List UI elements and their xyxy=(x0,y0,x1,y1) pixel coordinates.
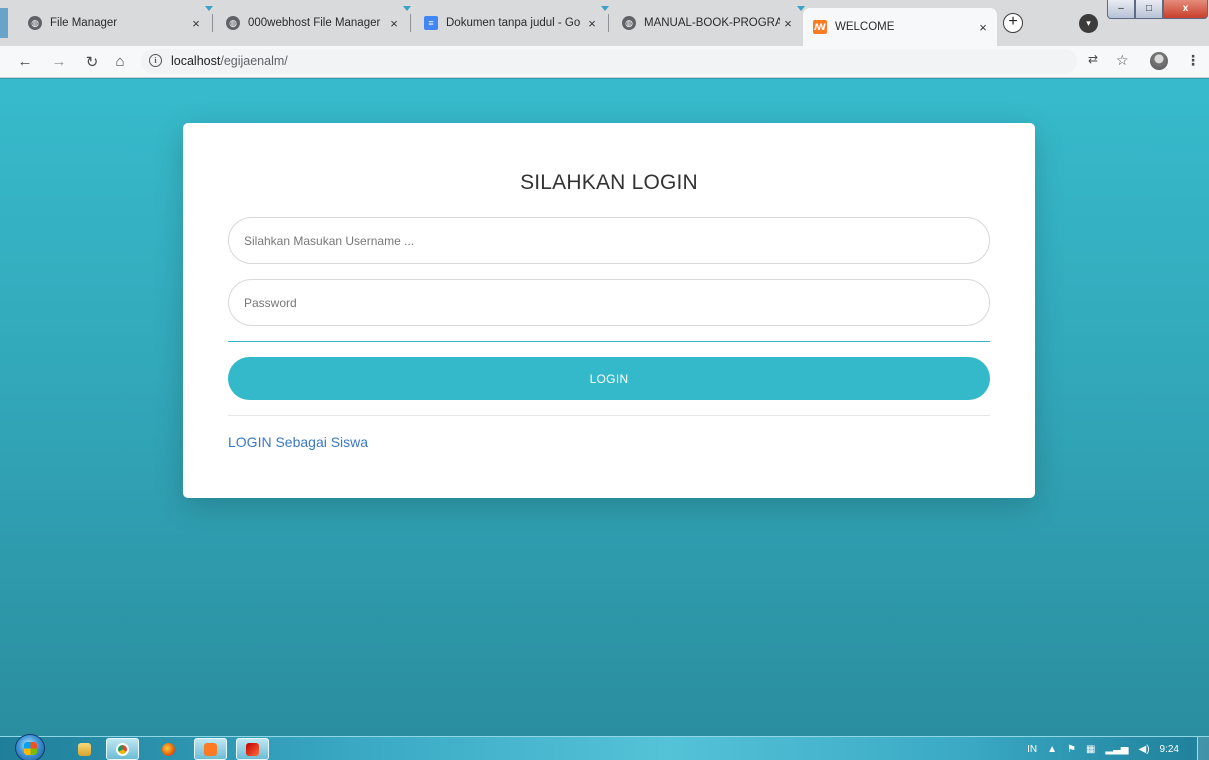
tab-file-manager[interactable]: ◍ File Manager × xyxy=(18,8,210,38)
tab-000webhost[interactable]: ◍ 000webhost File Manager × xyxy=(216,8,408,38)
network-adapter-icon[interactable]: ▦ xyxy=(1086,744,1095,755)
chrome-icon xyxy=(116,742,129,756)
clock[interactable]: 9:24 xyxy=(1160,744,1179,755)
home-icon[interactable]: ⌂ xyxy=(111,53,129,70)
docs-icon: ≡ xyxy=(424,16,438,30)
tab-marker xyxy=(403,6,411,11)
menu-kebab-icon[interactable]: ⋮ xyxy=(1186,52,1200,69)
close-icon[interactable]: × xyxy=(188,16,204,31)
close-icon[interactable]: × xyxy=(975,20,991,35)
login-card: SILAHKAN LOGIN LOGIN LOGIN Sebagai Siswa xyxy=(183,123,1035,498)
tab-separator xyxy=(410,14,411,32)
tab-title: MANUAL-BOOK-PROGRAI xyxy=(644,17,780,29)
password-input[interactable] xyxy=(228,279,990,326)
tab-separator xyxy=(212,14,213,32)
close-icon[interactable]: × xyxy=(584,16,600,31)
show-hidden-icons-icon[interactable]: ▲ xyxy=(1047,744,1057,755)
translate-icon[interactable]: ⇄ xyxy=(1088,52,1098,66)
info-icon[interactable]: i xyxy=(149,54,162,67)
firefox-icon xyxy=(162,742,175,756)
bookmark-star-icon[interactable]: ☆ xyxy=(1116,52,1129,69)
url-path: /egijaenalm/ xyxy=(220,54,288,68)
filezilla-icon xyxy=(246,742,259,756)
tab-manual-book[interactable]: ◍ MANUAL-BOOK-PROGRAI × xyxy=(612,8,802,38)
globe-icon: ◍ xyxy=(28,16,42,30)
reload-icon[interactable]: ↻ xyxy=(83,53,101,71)
globe-icon: ◍ xyxy=(622,16,636,30)
explorer-icon xyxy=(78,742,91,756)
profile-avatar[interactable] xyxy=(1150,52,1168,70)
tab-marker xyxy=(601,6,609,11)
address-bar[interactable]: i localhost/egijaenalm/ xyxy=(141,49,1077,74)
taskbar-xampp[interactable] xyxy=(194,738,227,760)
tab-title: 000webhost File Manager xyxy=(248,17,381,29)
action-center-icon[interactable]: ⚑ xyxy=(1067,744,1076,755)
taskbar-explorer[interactable] xyxy=(68,738,101,760)
login-button[interactable]: LOGIN xyxy=(228,357,990,400)
system-tray: IN ▲ ⚑ ▦ ▂▃▅ ◀) 9:24 xyxy=(1027,737,1209,760)
back-arrow-icon[interactable]: ← xyxy=(16,53,34,70)
start-button[interactable] xyxy=(15,734,45,760)
taskbar-firefox[interactable] xyxy=(152,738,185,760)
login-title: SILAHKAN LOGIN xyxy=(520,171,698,194)
window-controls: – □ x xyxy=(1107,0,1208,20)
volume-icon[interactable]: ◀) xyxy=(1139,744,1150,755)
signal-icon[interactable]: ▂▃▅ xyxy=(1105,744,1128,755)
browser-tabstrip: ◍ File Manager × ◍ 000webhost File Manag… xyxy=(0,0,1209,46)
browser-toolbar: ← → ↻ ⌂ i localhost/egijaenalm/ ⇄ ☆ ⋮ xyxy=(0,46,1209,78)
tab-marker xyxy=(205,6,213,11)
tab-title: WELCOME xyxy=(835,21,895,33)
xampp-icon: ꟿ xyxy=(813,20,827,34)
tab-separator xyxy=(608,14,609,32)
page-background: SILAHKAN LOGIN LOGIN LOGIN Sebagai Siswa xyxy=(0,79,1209,736)
new-tab-button[interactable]: + xyxy=(1003,13,1023,33)
close-icon[interactable]: × xyxy=(386,16,402,31)
tab-welcome[interactable]: ꟿ WELCOME × xyxy=(803,8,997,46)
windows-logo-icon xyxy=(24,742,37,755)
language-indicator[interactable]: IN xyxy=(1027,744,1037,755)
divider xyxy=(228,341,990,342)
xampp-icon xyxy=(204,742,217,756)
show-desktop-button[interactable] xyxy=(1197,737,1209,760)
username-input[interactable] xyxy=(228,217,990,264)
window-close-button[interactable]: x xyxy=(1163,0,1208,19)
windows-taskbar: IN ▲ ⚑ ▦ ▂▃▅ ◀) 9:24 xyxy=(0,734,1209,760)
divider xyxy=(228,415,990,416)
url-text[interactable]: localhost/egijaenalm/ xyxy=(171,54,288,68)
student-login-link[interactable]: LOGIN Sebagai Siswa xyxy=(228,434,368,450)
tab-title: File Manager xyxy=(50,17,118,29)
minimize-button[interactable]: – xyxy=(1107,0,1135,19)
close-icon[interactable]: × xyxy=(780,16,796,31)
chrome-profile-icon[interactable]: ▾ xyxy=(1079,14,1098,33)
window-edge xyxy=(0,8,8,38)
tab-dokumen[interactable]: ≡ Dokumen tanpa judul - Go × xyxy=(414,8,606,38)
url-host: localhost xyxy=(171,54,221,68)
forward-arrow-icon[interactable]: → xyxy=(50,53,68,70)
taskbar-filezilla[interactable] xyxy=(236,738,269,760)
globe-icon: ◍ xyxy=(226,16,240,30)
tab-title: Dokumen tanpa judul - Go xyxy=(446,17,581,29)
taskbar-chrome[interactable] xyxy=(106,738,139,760)
maximize-button[interactable]: □ xyxy=(1135,0,1163,19)
